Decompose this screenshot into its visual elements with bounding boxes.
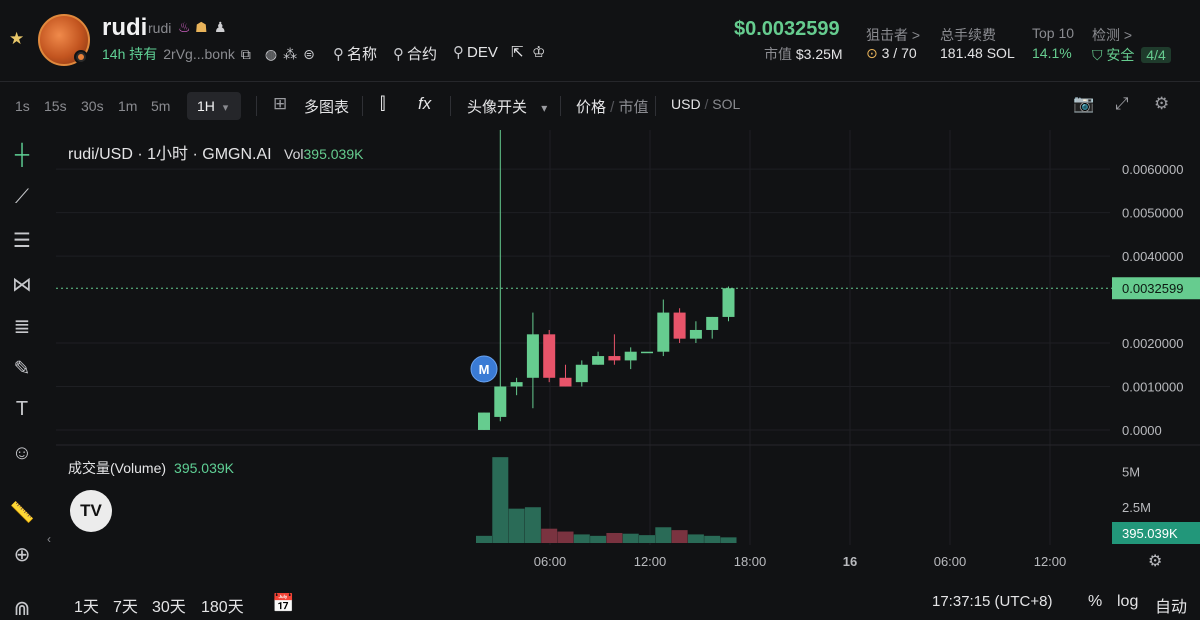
candle-body xyxy=(478,412,490,430)
volume-bar xyxy=(622,533,639,543)
candle-body xyxy=(706,316,719,330)
volume-bar xyxy=(671,530,688,543)
volume-legend: 成交量(Volume) 395.039K xyxy=(68,458,234,478)
volume-bar xyxy=(476,535,492,543)
candle-body xyxy=(641,351,653,354)
auto-scale-toggle[interactable]: 自动 xyxy=(1155,593,1187,617)
candle-body xyxy=(494,386,507,417)
tradingview-logo[interactable]: TV xyxy=(70,490,112,532)
chart-legend-title: rudi/USD · 1小时 · GMGN.AI xyxy=(68,146,272,163)
candle-body xyxy=(673,312,686,339)
candle-body xyxy=(689,329,702,339)
volume-bar xyxy=(492,457,509,543)
price-tick-label: 0.0040000 xyxy=(1122,249,1183,264)
candle-body xyxy=(657,312,670,352)
chart-legend-volume: Vol395.039K xyxy=(284,146,364,162)
volume-bar xyxy=(704,535,721,543)
volume-bar xyxy=(639,535,655,543)
volume-bar xyxy=(508,508,525,543)
range-7d[interactable]: 7天 xyxy=(113,593,138,617)
volume-legend-title: 成交量(Volume) xyxy=(68,460,167,476)
volume-tick-label: 2.5M xyxy=(1122,500,1151,515)
price-tick-label: 0.0010000 xyxy=(1122,379,1183,394)
candle-body xyxy=(722,288,735,317)
volume-bar xyxy=(720,537,737,543)
axis-settings-icon: ⚙ xyxy=(1148,553,1162,570)
volume-bar xyxy=(557,531,574,543)
price-tick-label: 0.0000 xyxy=(1122,423,1162,438)
log-scale-toggle[interactable]: log xyxy=(1117,593,1138,611)
price-tick-label: 0.0020000 xyxy=(1122,336,1183,351)
volume-bar xyxy=(541,528,558,543)
candle-body xyxy=(543,334,556,378)
volume-bar xyxy=(524,507,541,543)
candle-body xyxy=(559,377,572,387)
candle-body xyxy=(510,382,523,387)
candle-body xyxy=(592,356,605,365)
candle-body xyxy=(526,334,539,378)
current-volume-label: 395.039K xyxy=(1122,526,1178,541)
date-range-calendar-icon[interactable]: 📅 xyxy=(272,593,294,614)
migration-marker-label: M xyxy=(479,362,490,377)
candle-body xyxy=(624,351,637,361)
volume-bar xyxy=(606,532,623,543)
price-tick-label: 0.0060000 xyxy=(1122,162,1183,177)
time-tick-label: 16 xyxy=(843,554,857,569)
time-tick-label: 12:00 xyxy=(634,554,667,569)
price-chart[interactable]: 0.0060000 0.0050000 0.0040000 0.0020000 0.00… xyxy=(0,0,1200,620)
volume-bar xyxy=(655,527,672,543)
volume-legend-value: 395.039K xyxy=(174,460,234,476)
current-price-label: 0.0032599 xyxy=(1122,281,1183,296)
range-180d[interactable]: 180天 xyxy=(201,593,244,617)
volume-tick-label: 5M xyxy=(1122,464,1140,479)
time-tick-label: 06:00 xyxy=(934,554,967,569)
range-30d[interactable]: 30天 xyxy=(152,593,186,617)
volume-bar xyxy=(687,534,704,543)
volume-bar xyxy=(573,534,590,543)
time-tick-label: 12:00 xyxy=(1034,554,1067,569)
time-tick-label: 06:00 xyxy=(534,554,567,569)
volume-bar xyxy=(590,535,607,543)
price-tick-label: 0.0050000 xyxy=(1122,206,1183,221)
timezone-clock[interactable]: 17:37:15 (UTC+8) xyxy=(932,593,1052,610)
candle-body xyxy=(608,356,621,361)
chart-legend: rudi/USD · 1小时 · GMGN.AI Vol395.039K xyxy=(68,140,363,164)
percent-scale-toggle[interactable]: % xyxy=(1088,593,1102,611)
candle-body xyxy=(575,364,588,383)
time-tick-label: 18:00 xyxy=(734,554,767,569)
range-1d[interactable]: 1天 xyxy=(74,593,99,617)
